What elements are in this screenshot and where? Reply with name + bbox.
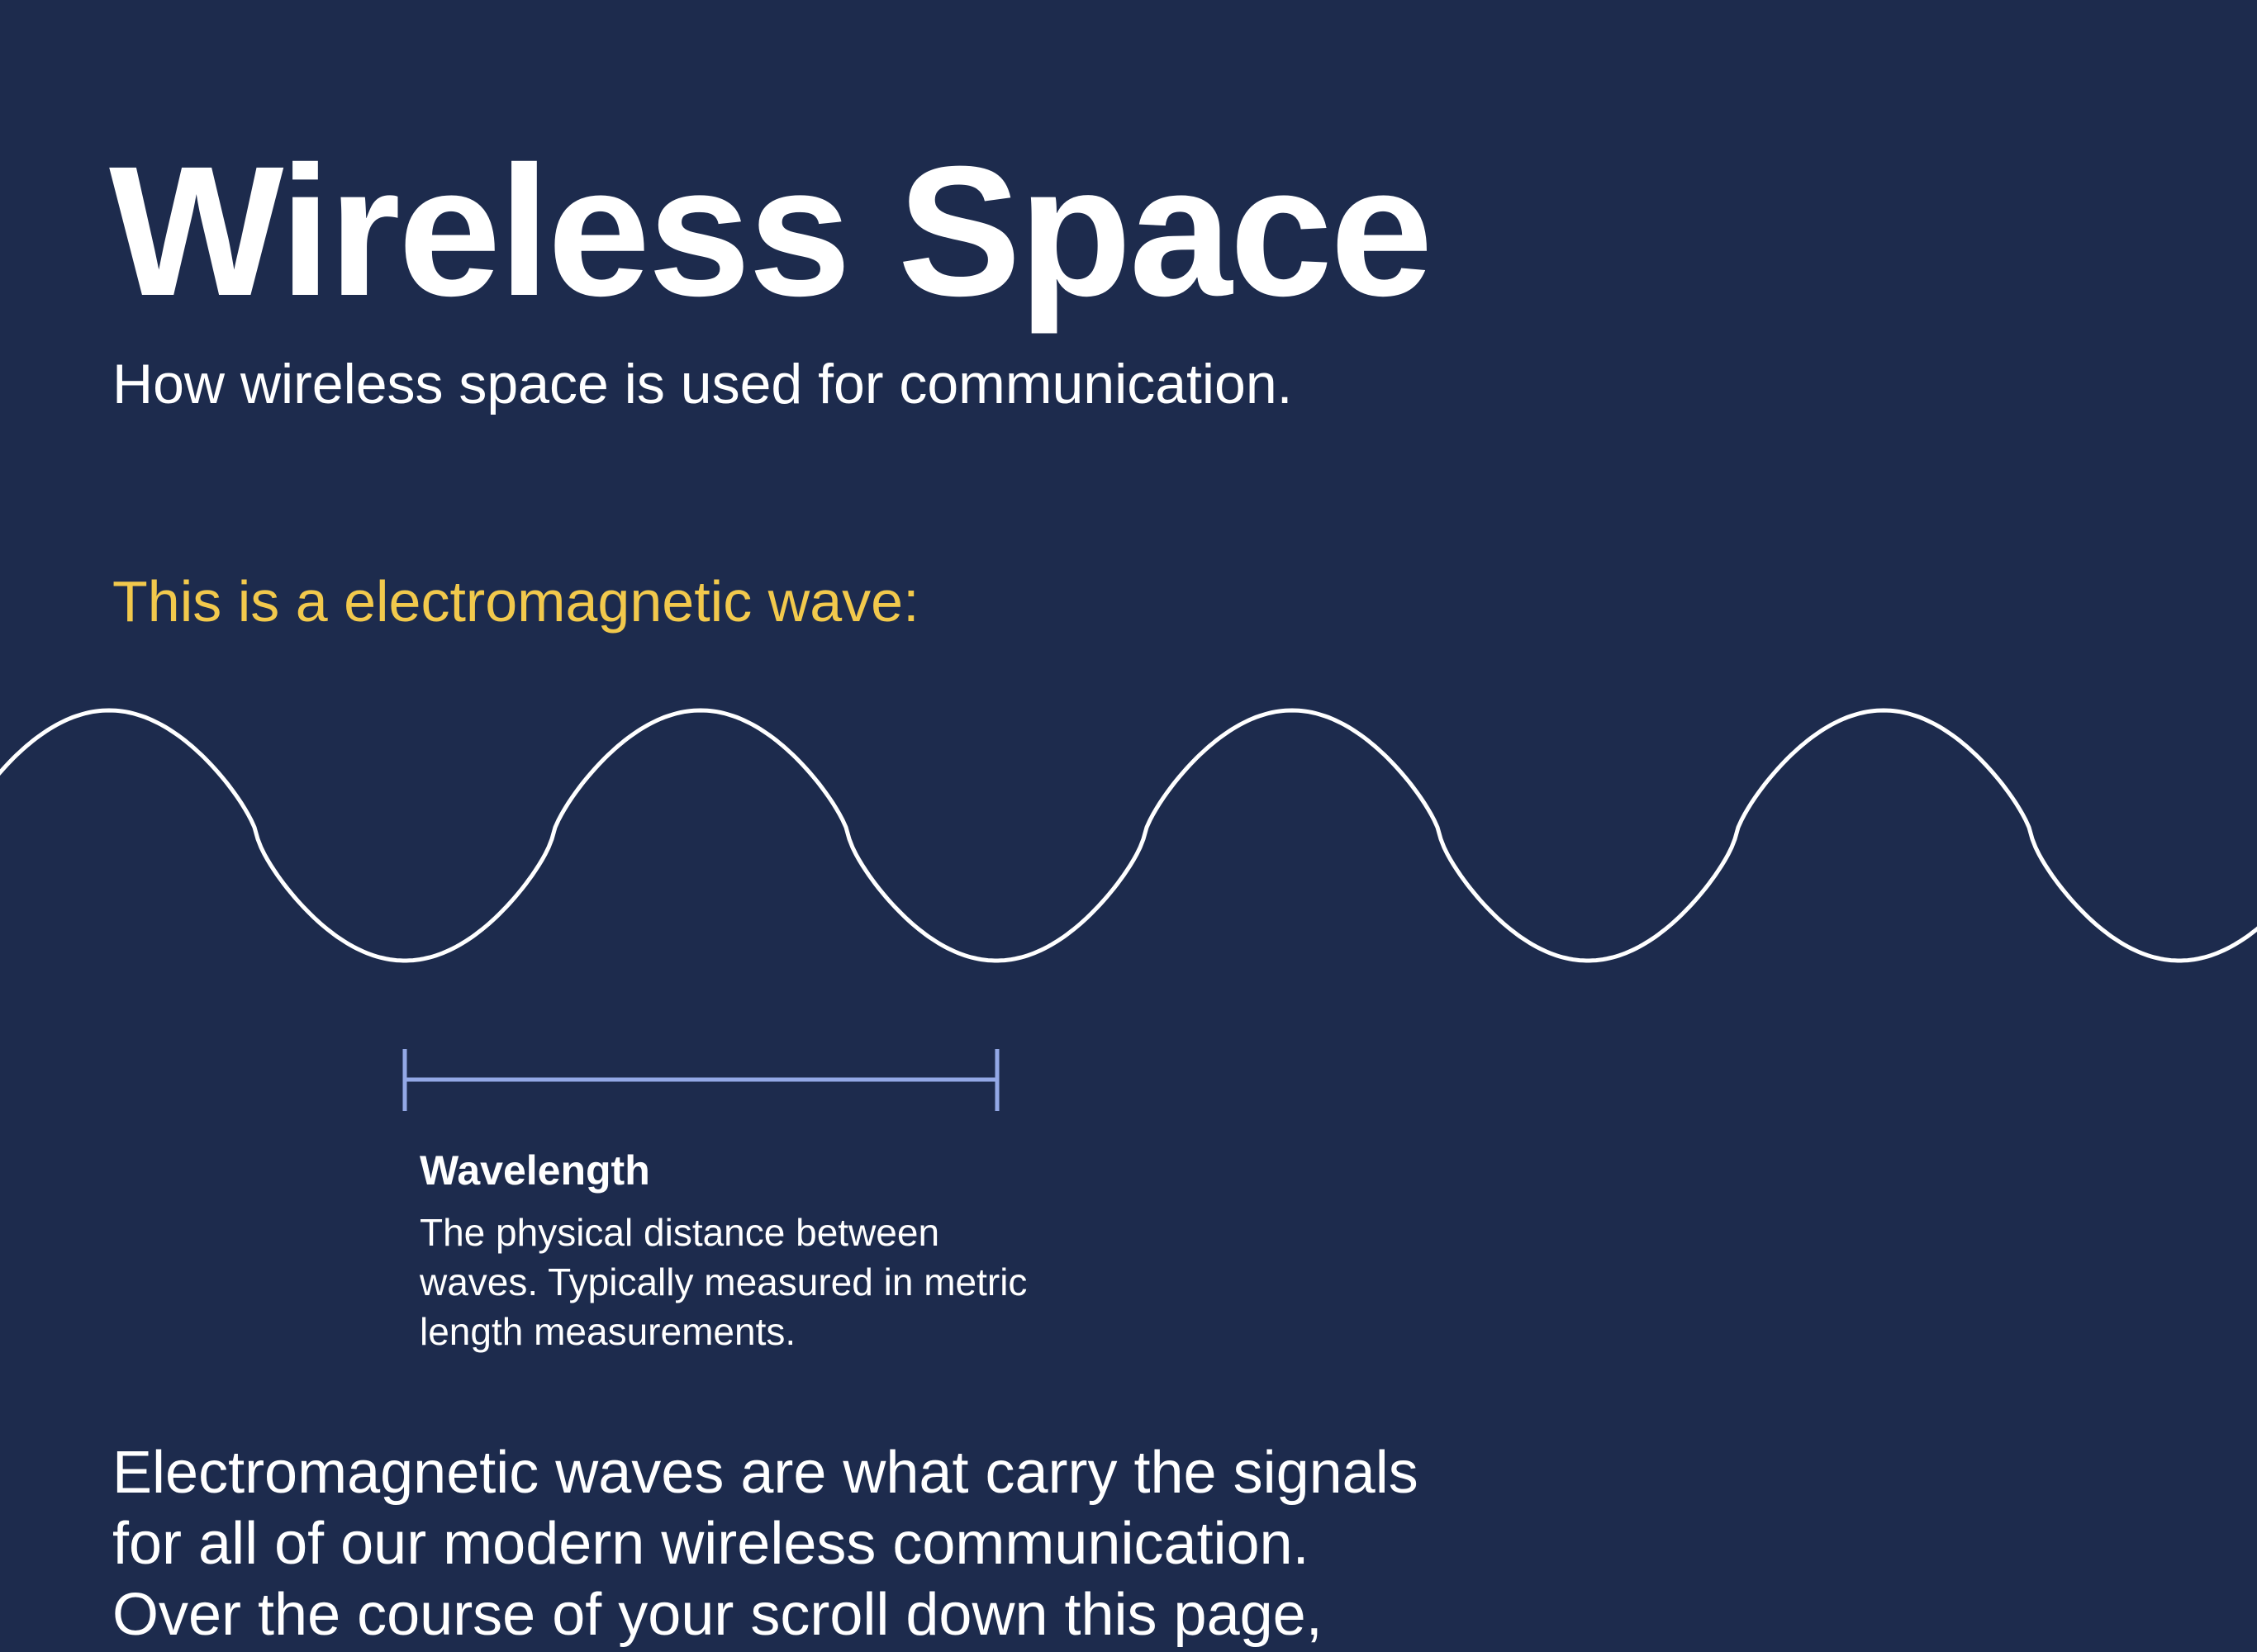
electromagnetic-wave-illustration	[0, 708, 2257, 963]
wavelength-marker	[402, 1049, 1000, 1111]
page-title: Wireless Space	[109, 128, 1433, 335]
page-subtitle: How wireless space is used for communica…	[112, 353, 1293, 415]
wavelength-label: Wavelength	[420, 1147, 650, 1194]
body-line: Over the course of your scroll down this…	[112, 1582, 1323, 1648]
wavelength-description: The physical distance between waves. Typ…	[420, 1211, 1028, 1353]
wave-path	[0, 708, 2257, 963]
body-paragraph: Electromagnetic waves are what carry the…	[112, 1437, 1616, 1650]
wave-intro-caption: This is a electromagnetic wave:	[112, 569, 919, 634]
body-line: for all of our modern wireless communica…	[112, 1511, 1309, 1577]
body-line: Electromagnetic waves are what carry the…	[112, 1440, 1418, 1506]
